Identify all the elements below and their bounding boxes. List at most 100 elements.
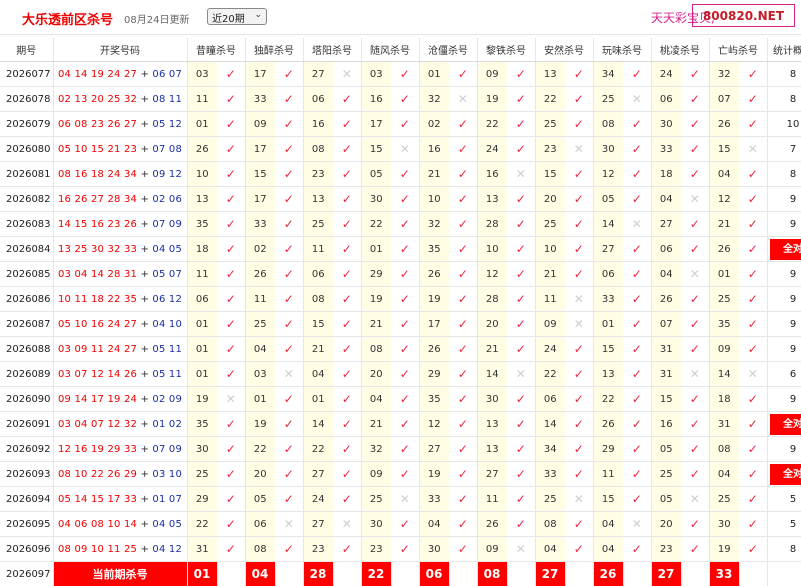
kill-number: 17 <box>245 137 275 162</box>
kill-number: 27 <box>593 237 623 262</box>
draw-numbers: 03 07 12 14 26 + 05 11 <box>53 362 187 387</box>
back-numbers: 07 09 <box>152 219 182 230</box>
period-range-value: 近20期 <box>212 14 245 25</box>
kill-number: 33 <box>651 137 681 162</box>
current-kill-number: 08 <box>477 562 507 586</box>
front-numbers: 03 09 11 24 27 <box>58 344 137 355</box>
kill-number: 10 <box>535 237 565 262</box>
brand-logo[interactable]: 800820.NET <box>692 4 795 27</box>
check-icon: ✓ <box>739 387 767 412</box>
kill-number: 05 <box>361 162 391 187</box>
table-row: 202608314 15 16 23 26 + 07 0935✓33✓25✓22… <box>0 212 801 237</box>
kill-number: 23 <box>361 537 391 562</box>
kill-number: 01 <box>709 262 739 287</box>
kill-number: 01 <box>187 112 217 137</box>
back-numbers: 04 05 <box>152 519 182 530</box>
kill-number: 04 <box>245 337 275 362</box>
check-icon: ✓ <box>507 287 535 312</box>
back-numbers: 05 11 <box>152 344 182 355</box>
current-kill-number: 06 <box>419 562 449 586</box>
check-icon: ✓ <box>333 262 361 287</box>
check-icon: ✓ <box>565 462 593 487</box>
check-icon: ✓ <box>507 212 535 237</box>
back-numbers: 05 11 <box>152 369 182 380</box>
stat-summary: 9 <box>767 212 801 237</box>
check-icon: ✓ <box>739 512 767 537</box>
kill-number: 12 <box>593 162 623 187</box>
kill-number: 17 <box>419 312 449 337</box>
kill-number: 09 <box>477 537 507 562</box>
kill-number: 24 <box>651 62 681 87</box>
cross-icon: ✕ <box>565 312 593 337</box>
kill-number: 30 <box>477 387 507 412</box>
kill-number: 04 <box>709 462 739 487</box>
check-icon: ✓ <box>739 437 767 462</box>
check-icon: ✓ <box>507 187 535 212</box>
cross-icon: ✕ <box>681 487 709 512</box>
check-icon: ✓ <box>217 137 245 162</box>
issue-number: 2026088 <box>0 337 53 362</box>
front-numbers: 14 15 16 23 26 <box>58 219 137 230</box>
stat-summary: 9 <box>767 337 801 362</box>
kill-number: 27 <box>303 512 333 537</box>
kill-number: 15 <box>709 137 739 162</box>
kill-number: 05 <box>593 187 623 212</box>
column-header: 开奖号码 <box>53 38 187 62</box>
check-icon: ✓ <box>623 137 651 162</box>
kill-number: 14 <box>535 412 565 437</box>
kill-number: 16 <box>303 112 333 137</box>
kill-number: 20 <box>535 187 565 212</box>
check-icon: ✓ <box>333 362 361 387</box>
period-range-select[interactable]: 近20期 ⌄ <box>207 8 267 25</box>
check-icon: ✓ <box>391 512 419 537</box>
check-icon: ✓ <box>449 312 477 337</box>
check-icon: ✓ <box>681 312 709 337</box>
kill-number: 22 <box>245 437 275 462</box>
kill-number: 25 <box>535 212 565 237</box>
cross-icon: ✕ <box>333 512 361 537</box>
kill-number: 30 <box>709 512 739 537</box>
kill-number: 16 <box>477 162 507 187</box>
column-header: 桃凌杀号 <box>651 38 709 62</box>
kill-number: 34 <box>593 62 623 87</box>
kill-number: 12 <box>419 412 449 437</box>
check-icon: ✓ <box>507 387 535 412</box>
kill-number: 03 <box>361 62 391 87</box>
check-icon: ✓ <box>333 237 361 262</box>
check-icon: ✓ <box>333 312 361 337</box>
kill-number: 02 <box>419 112 449 137</box>
front-numbers: 05 10 16 24 27 <box>58 319 137 330</box>
check-icon: ✓ <box>507 412 535 437</box>
kill-number: 15 <box>535 162 565 187</box>
check-icon: ✓ <box>217 487 245 512</box>
kill-number: 01 <box>593 312 623 337</box>
stat-summary: 8 <box>767 87 801 112</box>
kill-number: 31 <box>651 362 681 387</box>
issue-number: 2026096 <box>0 537 53 562</box>
kill-number: 09 <box>245 112 275 137</box>
check-icon: ✓ <box>739 337 767 362</box>
kill-number: 22 <box>477 112 507 137</box>
kill-number: 15 <box>593 487 623 512</box>
check-icon: ✓ <box>507 487 535 512</box>
check-icon: ✓ <box>449 512 477 537</box>
kill-number: 11 <box>477 487 507 512</box>
check-icon: ✓ <box>275 487 303 512</box>
kill-number: 25 <box>303 212 333 237</box>
cross-icon: ✕ <box>681 362 709 387</box>
kill-number: 35 <box>187 212 217 237</box>
check-icon: ✓ <box>391 462 419 487</box>
check-icon: ✓ <box>623 462 651 487</box>
cross-icon: ✕ <box>507 162 535 187</box>
table-row: 202608803 09 11 24 27 + 05 1101✓04✓21✓08… <box>0 337 801 362</box>
front-numbers: 13 25 30 32 33 <box>58 244 137 255</box>
check-icon: ✓ <box>507 437 535 462</box>
kill-number: 32 <box>361 437 391 462</box>
kill-number: 04 <box>709 162 739 187</box>
kill-number: 01 <box>187 362 217 387</box>
check-icon: ✓ <box>275 412 303 437</box>
check-icon: ✓ <box>681 62 709 87</box>
check-icon: ✓ <box>217 512 245 537</box>
kill-number: 31 <box>651 337 681 362</box>
cross-icon: ✕ <box>507 362 535 387</box>
